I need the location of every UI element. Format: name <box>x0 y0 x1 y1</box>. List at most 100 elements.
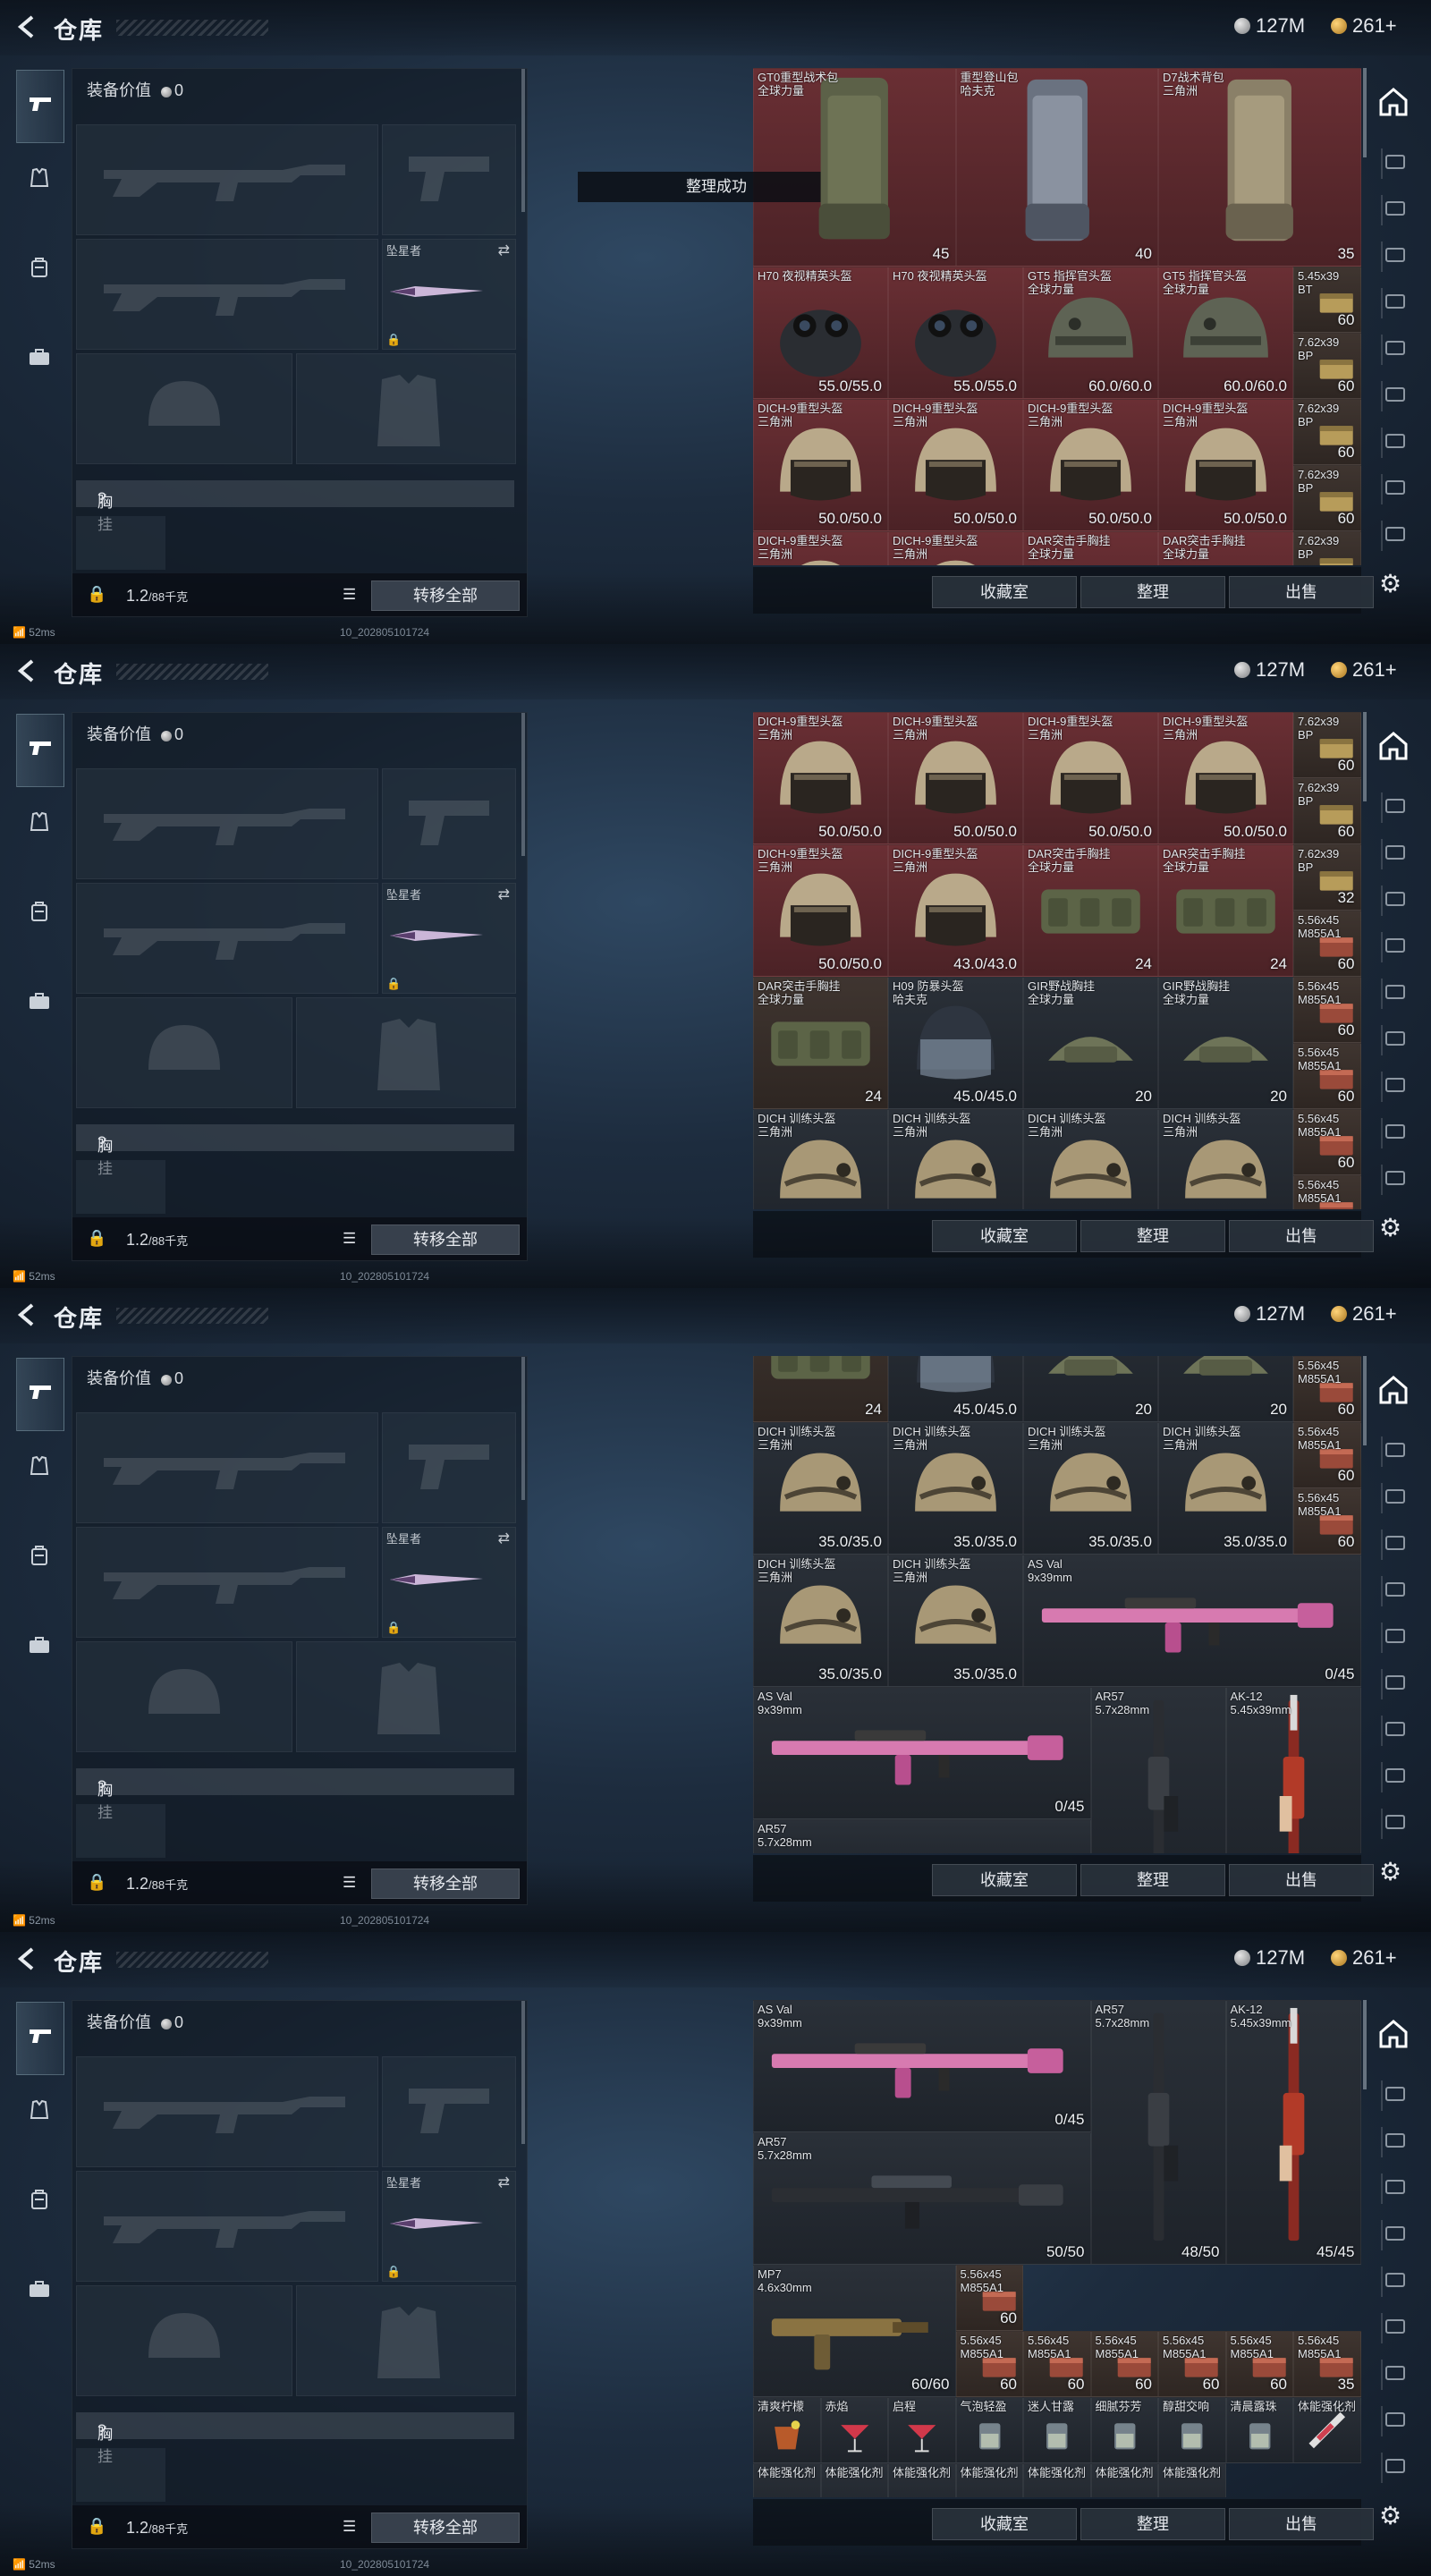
stash-item[interactable]: DAR突击手胸挂 全球力量 24 <box>753 977 888 1109</box>
sidearm-slot[interactable] <box>382 124 516 235</box>
armor-slot[interactable] <box>296 2285 516 2396</box>
storage-tab-icon[interactable] <box>1381 1716 1410 1746</box>
lock-icon[interactable]: 🔒 <box>87 1873 106 1892</box>
stash-item[interactable]: 7.62x39 BP 32 <box>1293 844 1361 911</box>
tab-weapons[interactable] <box>16 2002 64 2075</box>
stash-item[interactable]: 迷人甘露 <box>1023 2397 1091 2463</box>
collection-room-button[interactable]: 收藏室 <box>932 1220 1077 1252</box>
sidearm-slot[interactable] <box>382 1412 516 1523</box>
stash-item[interactable]: DICH-9重型头盔 三角洲 50.0/50.0 <box>888 712 1023 844</box>
stash-item[interactable]: 20 <box>1158 1356 1293 1422</box>
storage-tab-icon[interactable] <box>1381 521 1410 551</box>
stash-item[interactable]: AR57 5.7x28mm <box>1090 1687 1226 1853</box>
secondary-weapon-slot[interactable] <box>76 2171 378 2282</box>
stash-item[interactable]: DAR突击手胸挂 全球力量 24 <box>1158 844 1293 977</box>
stash-item[interactable]: DICH 训练头盔 三角洲 35.0/35.0 <box>888 1555 1023 1687</box>
stash-item[interactable]: GT5 指挥官头盔 全球力量 60.0/60.0 <box>1023 267 1158 399</box>
storage-tab-icon[interactable] <box>1381 1762 1410 1792</box>
primary-weapon-slot[interactable] <box>76 1412 378 1523</box>
collection-room-button[interactable]: 收藏室 <box>932 576 1077 608</box>
storage-tab-icon[interactable] <box>1381 2360 1410 2390</box>
tab-armor[interactable] <box>16 2077 63 2148</box>
back-arrow-icon[interactable] <box>13 657 41 685</box>
home-storage-icon[interactable] <box>1377 1374 1410 1406</box>
stash-item[interactable]: 7.62x39 BP 60 <box>1293 778 1361 844</box>
storage-tab-icon[interactable] <box>1381 1669 1410 1699</box>
storage-tab-icon[interactable] <box>1381 1530 1410 1560</box>
list-icon[interactable]: ☰ <box>343 1874 356 1892</box>
sell-button[interactable]: 出售 <box>1229 1220 1374 1252</box>
stash-scrollbar[interactable] <box>1363 68 1367 157</box>
stash-item[interactable]: 体能强化剂 <box>1023 2463 1091 2497</box>
stash-item[interactable]: AR57 5.7x28mm <box>753 1819 1091 1853</box>
tab-case[interactable] <box>16 1612 63 1683</box>
transfer-all-button[interactable]: 转移全部 <box>371 580 520 611</box>
stash-item[interactable]: 45.0/45.0 <box>888 1356 1023 1422</box>
tab-armor[interactable] <box>16 1433 63 1504</box>
stash-item[interactable]: GT0重型战术包 全球力量 45 <box>753 68 956 267</box>
secondary-weapon-slot[interactable] <box>76 239 378 350</box>
stash-item[interactable]: 体能强化剂 <box>1293 2397 1361 2463</box>
stash-item[interactable]: H70 夜视精英头盔 55.0/55.0 <box>888 267 1023 399</box>
stash-item[interactable]: 5.56x45 M855A1 60 <box>1158 2331 1226 2397</box>
stash-item[interactable]: DICH-9重型头盔 三角洲 <box>753 531 888 565</box>
sell-button[interactable]: 出售 <box>1229 2508 1374 2540</box>
stash-item[interactable]: AK-12 5.45x39mm <box>1225 1687 1361 1853</box>
stash-item[interactable]: 细腻芬芳 <box>1090 2397 1158 2463</box>
stash-item[interactable]: 醇甜交响 <box>1158 2397 1226 2463</box>
storage-tab-icon[interactable] <box>1381 792 1410 823</box>
helmet-slot[interactable] <box>76 353 292 464</box>
primary-weapon-slot[interactable] <box>76 124 378 235</box>
tab-armor[interactable] <box>16 789 63 860</box>
stash-item[interactable]: 气泡轻盈 <box>955 2397 1023 2463</box>
home-storage-icon[interactable] <box>1377 86 1410 118</box>
stash-item[interactable]: 体能强化剂 <box>888 2463 956 2497</box>
storage-tab-icon[interactable] <box>1381 148 1410 179</box>
swap-icon[interactable]: ⇄ <box>498 2174 510 2191</box>
loadout-scrollbar[interactable] <box>521 2001 525 2144</box>
chest-rig-slot[interactable] <box>76 516 165 570</box>
stash-item[interactable]: DICH 训练头盔 三角洲 <box>753 1109 888 1209</box>
home-storage-icon[interactable] <box>1377 730 1410 762</box>
storage-tab-icon[interactable] <box>1381 2453 1410 2483</box>
storage-tab-icon[interactable] <box>1381 1436 1410 1467</box>
helmet-slot[interactable] <box>76 997 292 1108</box>
melee-slot[interactable]: 坠星者 ⇄ 🔒 <box>382 2171 516 2282</box>
collection-room-button[interactable]: 收藏室 <box>932 1864 1077 1896</box>
stash-item[interactable]: DICH-9重型头盔 三角洲 50.0/50.0 <box>888 399 1023 531</box>
storage-tab-icon[interactable] <box>1381 932 1410 962</box>
stash-item[interactable]: DAR突击手胸挂 全球力量 24 <box>1023 844 1158 977</box>
storage-tab-icon[interactable] <box>1381 1165 1410 1195</box>
stash-item[interactable]: DICH 训练头盔 三角洲 35.0/35.0 <box>1023 1422 1158 1555</box>
stash-item[interactable]: 7.62x39 BP 60 <box>1293 712 1361 778</box>
tab-backpack[interactable] <box>16 2166 63 2238</box>
storage-tab-icon[interactable] <box>1381 839 1410 869</box>
stash-scrollbar[interactable] <box>1363 2000 1367 2089</box>
stash-item[interactable]: 5.56x45 M855A1 60 <box>1293 911 1361 977</box>
transfer-all-button[interactable]: 转移全部 <box>371 2512 520 2543</box>
stash-item[interactable]: H70 夜视精英头盔 55.0/55.0 <box>753 267 888 399</box>
chest-rig-header[interactable]: 胸挂 ? <box>76 1768 514 1821</box>
tab-armor[interactable] <box>16 145 63 216</box>
stash-item[interactable]: 7.62x39 BP 60 <box>1293 333 1361 399</box>
tab-weapons[interactable] <box>16 70 64 143</box>
stash-item[interactable]: 赤焰 <box>820 2397 888 2463</box>
stash-item[interactable]: D7战术背包 三角洲 35 <box>1158 68 1361 267</box>
storage-tab-icon[interactable] <box>1381 1809 1410 1839</box>
stash-item[interactable]: 5.56x45 M855A1 60 <box>955 2331 1023 2397</box>
stash-item[interactable]: DICH-9重型头盔 三角洲 50.0/50.0 <box>1158 712 1293 844</box>
settings-gear-icon[interactable]: ⚙ <box>1379 1857 1401 1886</box>
stash-item[interactable]: 5.56x45 M855A1 60 <box>1293 1043 1361 1109</box>
stash-item[interactable]: 20 <box>1023 1356 1158 1422</box>
stash-item[interactable]: 5.45x39 BT 60 <box>1293 267 1361 333</box>
stash-item[interactable]: DICH-9重型头盔 三角洲 50.0/50.0 <box>1023 399 1158 531</box>
stash-item[interactable]: GIR野战胸挂 全球力量 20 <box>1023 977 1158 1109</box>
stash-item[interactable]: AR57 5.7x28mm 48/50 <box>1090 2000 1226 2265</box>
stash-item[interactable]: 5.56x45 M855A1 60 <box>1090 2331 1158 2397</box>
chest-rig-slot[interactable] <box>76 2448 165 2502</box>
sort-button[interactable]: 整理 <box>1080 576 1225 608</box>
storage-tab-icon[interactable] <box>1381 288 1410 318</box>
stash-item[interactable]: DICH 训练头盔 三角洲 35.0/35.0 <box>753 1422 888 1555</box>
storage-tab-icon[interactable] <box>1381 2313 1410 2343</box>
melee-slot[interactable]: 坠星者 ⇄ 🔒 <box>382 239 516 350</box>
